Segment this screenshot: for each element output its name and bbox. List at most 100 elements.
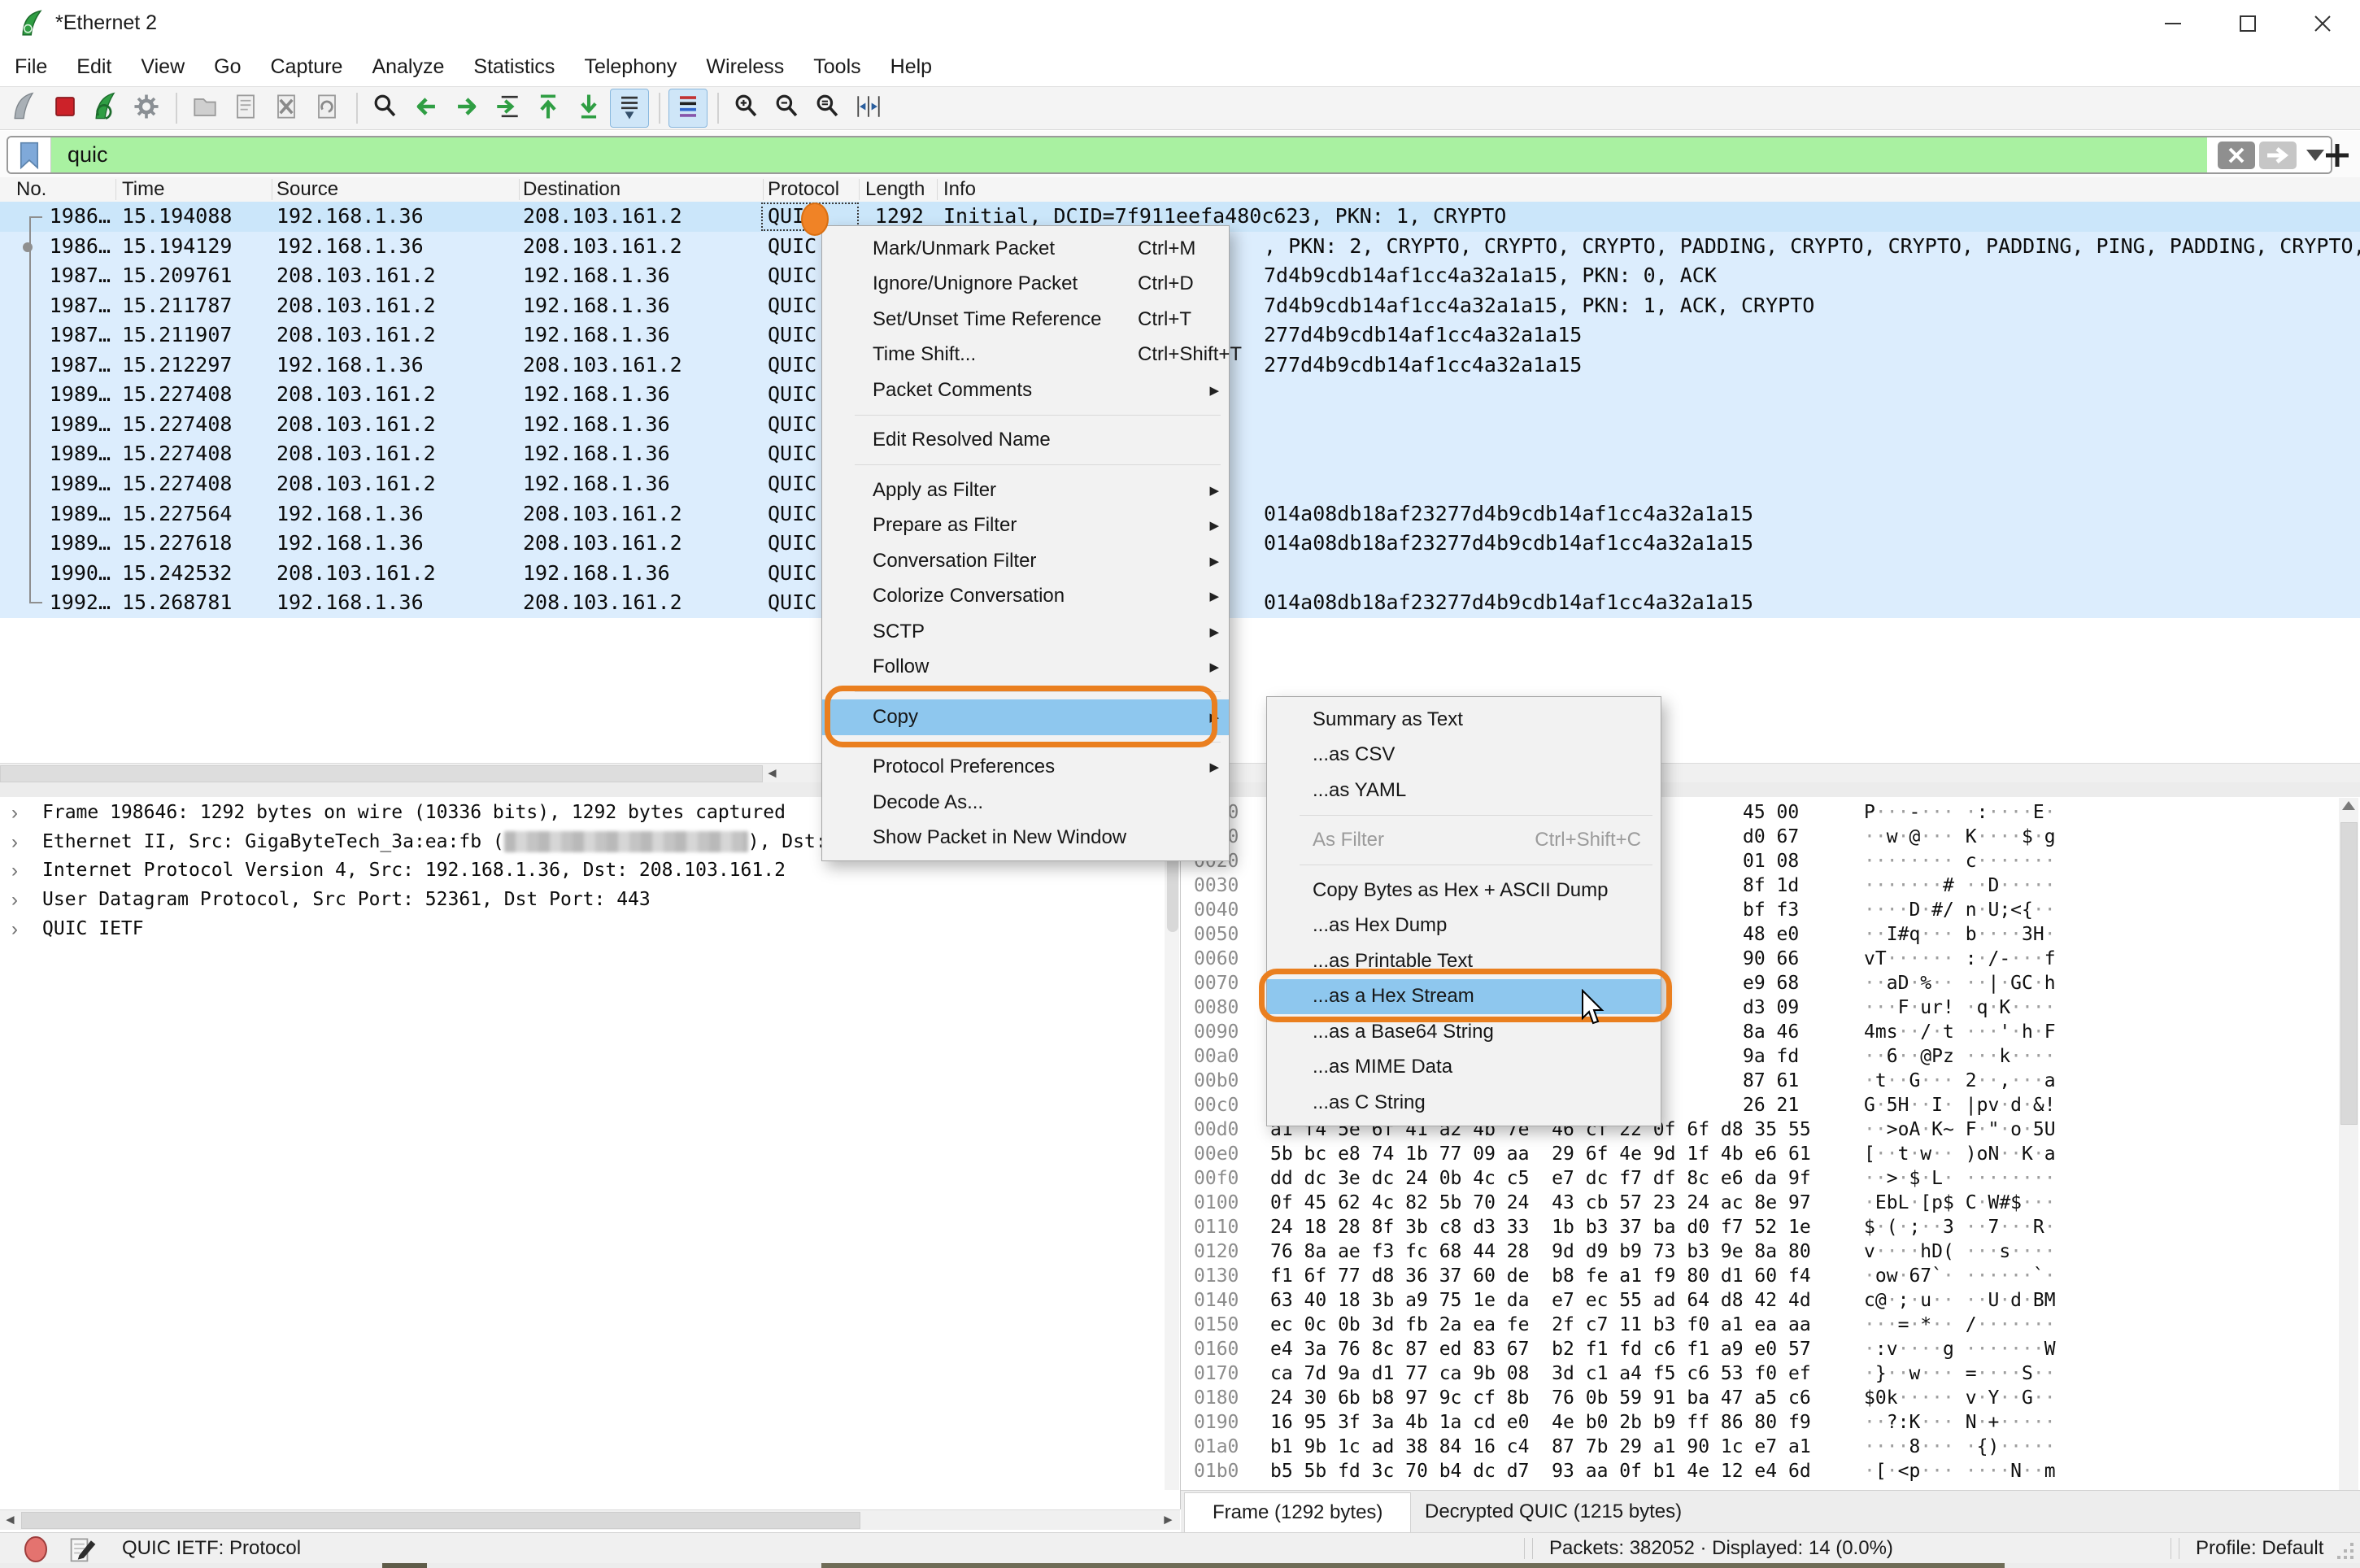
zoom-in-button[interactable] (727, 89, 766, 128)
hex-row[interactable]: 0150ec 0c 0b 3d fb 2a ea fe 2f c7 11 b3 … (1181, 1313, 2360, 1337)
reload-file-button[interactable] (307, 89, 346, 128)
colorize-button[interactable] (668, 89, 708, 128)
column-separator[interactable] (763, 179, 764, 200)
copy-submenu-as-c-string[interactable]: ...as C String (1267, 1085, 1661, 1121)
filter-clear-button[interactable] (2218, 142, 2255, 169)
menubar-item-file[interactable]: File (15, 50, 68, 84)
detail-line[interactable]: ›User Datagram Protocol, Src Port: 52361… (0, 887, 1181, 915)
packet-details-pane[interactable]: ›Frame 198646: 1292 bytes on wire (10336… (0, 797, 1181, 1509)
context-menu-prepare-as-filter[interactable]: Prepare as Filter▶ (822, 508, 1229, 544)
bytes-vscrollbar[interactable] (2339, 798, 2358, 1490)
hex-row[interactable]: 011024 18 28 8f 3b c8 d3 33 1b b3 37 ba … (1181, 1215, 2360, 1239)
column-header-source[interactable]: Source (276, 178, 338, 201)
hscroll-right-arrow[interactable]: ► (1161, 1510, 1175, 1530)
copy-submenu-as-hex-dump[interactable]: ...as Hex Dump (1267, 908, 1661, 944)
hex-row[interactable]: 012076 8a ae f3 fc 68 44 28 9d d9 b9 73 … (1181, 1239, 2360, 1264)
details-vscrollbar[interactable] (1165, 799, 1179, 1490)
collapsed-chevron-icon[interactable]: › (11, 889, 18, 912)
close-button[interactable] (2285, 0, 2360, 47)
context-menu-colorize-conversation[interactable]: Colorize Conversation▶ (822, 579, 1229, 615)
menubar-item-statistics[interactable]: Statistics (473, 50, 576, 84)
column-separator[interactable] (937, 179, 938, 200)
copy-submenu-copy-bytes-as-hex-ascii-dump[interactable]: Copy Bytes as Hex + ASCII Dump (1267, 873, 1661, 908)
display-filter-input[interactable]: quic (51, 137, 2207, 172)
go-to-packet-button[interactable] (488, 89, 527, 128)
zoom-out-button[interactable] (768, 89, 807, 128)
filter-apply-button[interactable] (2259, 142, 2297, 169)
go-forward-button[interactable] (447, 89, 486, 128)
hex-row[interactable]: 0170ca 7d 9a d1 77 ca 9b 08 3d c1 a4 f5 … (1181, 1361, 2360, 1386)
column-separator[interactable] (519, 179, 520, 200)
hex-row[interactable]: 01a0b1 9b 1c ad 38 84 16 c4 87 7b 29 a1 … (1181, 1435, 2360, 1459)
hex-row[interactable]: 00f0dd dc 3e dc 24 0b 4c c5 e7 dc f7 df … (1181, 1166, 2360, 1191)
context-menu-conversation-filter[interactable]: Conversation Filter▶ (822, 543, 1229, 579)
go-last-button[interactable] (569, 89, 608, 128)
column-header-destination[interactable]: Destination (523, 178, 620, 201)
collapsed-chevron-icon[interactable]: › (11, 860, 18, 882)
copy-submenu-as-yaml[interactable]: ...as YAML (1267, 773, 1661, 808)
filter-add-button[interactable] (2323, 141, 2352, 170)
collapsed-chevron-icon[interactable]: › (11, 831, 18, 854)
context-menu-edit-resolved-name[interactable]: Edit Resolved Name (822, 423, 1229, 459)
column-separator[interactable] (859, 179, 860, 200)
tab-decrypted-quic[interactable]: Decrypted QUIC (1215 bytes) (1397, 1492, 1709, 1531)
maximize-button[interactable] (2210, 0, 2285, 47)
hscroll-left-arrow[interactable]: ◄ (3, 1510, 17, 1530)
context-menu-packet-comments[interactable]: Packet Comments▶ (822, 372, 1229, 408)
detail-line[interactable]: ›Internet Protocol Version 4, Src: 192.1… (0, 858, 1181, 886)
vscroll-up-arrow[interactable] (2342, 801, 2355, 810)
menubar-item-tools[interactable]: Tools (813, 50, 882, 84)
menubar-item-analyze[interactable]: Analyze (372, 50, 465, 84)
filter-dropdown-chevron[interactable] (2306, 150, 2324, 161)
context-menu-sctp[interactable]: SCTP▶ (822, 614, 1229, 650)
zoom-100-button[interactable] (808, 89, 847, 128)
column-separator[interactable] (115, 179, 116, 200)
tab-frame[interactable]: Frame (1292 bytes) (1184, 1492, 1411, 1532)
go-first-button[interactable] (529, 89, 568, 128)
column-header-info[interactable]: Info (943, 178, 976, 201)
hscroll-thumb[interactable] (21, 1512, 860, 1529)
hscroll-left-arrow[interactable]: ◄ (765, 764, 779, 783)
minimize-button[interactable] (2136, 0, 2210, 47)
column-header-length[interactable]: Length (865, 178, 925, 201)
column-header-protocol[interactable]: Protocol (768, 178, 839, 201)
context-menu-follow[interactable]: Follow▶ (822, 650, 1229, 686)
capture-comment-icon[interactable] (67, 1535, 99, 1564)
menubar-item-capture[interactable]: Capture (271, 50, 364, 84)
resize-grip[interactable] (2337, 1543, 2355, 1561)
context-menu-ignore-unignore-packet[interactable]: Ignore/Unignore PacketCtrl+D (822, 267, 1229, 303)
close-file-button[interactable] (267, 89, 306, 128)
column-header-time[interactable]: Time (122, 178, 164, 201)
find-packet-button[interactable] (366, 89, 405, 128)
copy-submenu-as-csv[interactable]: ...as CSV (1267, 738, 1661, 773)
details-hscrollbar[interactable]: ◄ ► (0, 1509, 1180, 1530)
hex-row[interactable]: 01b0b5 5b fd 3c 70 b4 dc d7 93 aa 0f b1 … (1181, 1459, 2360, 1483)
menubar-item-telephony[interactable]: Telephony (584, 50, 698, 84)
hex-row[interactable]: 014063 40 18 3b a9 75 1e da e7 ec 55 ad … (1181, 1288, 2360, 1313)
hscroll-thumb[interactable] (0, 765, 763, 782)
start-capture-button[interactable] (5, 89, 44, 128)
filter-bookmark-button[interactable] (8, 137, 51, 172)
menubar-item-go[interactable]: Go (214, 50, 262, 84)
hex-row[interactable]: 01000f 45 62 4c 82 5b 70 24 43 cb 57 23 … (1181, 1191, 2360, 1215)
menubar-item-view[interactable]: View (141, 50, 206, 84)
context-menu-mark-unmark-packet[interactable]: Mark/Unmark PacketCtrl+M (822, 231, 1229, 267)
context-menu-show-packet-in-new-window[interactable]: Show Packet in New Window (822, 821, 1229, 856)
open-file-button[interactable] (185, 89, 224, 128)
hex-row[interactable]: 018024 30 6b b8 97 9c cf 8b 76 0b 59 91 … (1181, 1386, 2360, 1410)
go-back-button[interactable] (407, 89, 446, 128)
packet-list-header[interactable]: No.TimeSourceDestinationProtocolLengthIn… (0, 177, 2360, 203)
collapsed-chevron-icon[interactable]: › (11, 918, 18, 941)
resize-columns-button[interactable] (849, 89, 888, 128)
context-menu-time-shift[interactable]: Time Shift...Ctrl+Shift+T (822, 338, 1229, 373)
capture-options-button[interactable] (127, 89, 166, 128)
collapsed-chevron-icon[interactable]: › (11, 802, 18, 825)
context-menu-decode-as[interactable]: Decode As... (822, 785, 1229, 821)
display-filter-field[interactable]: quic (7, 136, 2332, 174)
hex-row[interactable]: 00e05b bc e8 74 1b 77 09 aa 29 6f 4e 9d … (1181, 1142, 2360, 1166)
auto-scroll-button[interactable] (610, 89, 649, 128)
hex-row[interactable]: 0160e4 3a 76 8c 87 ed 83 67 b2 f1 fd c6 … (1181, 1337, 2360, 1361)
restart-capture-button[interactable] (86, 89, 125, 128)
hex-row[interactable]: 019016 95 3f 3a 4b 1a cd e0 4e b0 2b b9 … (1181, 1410, 2360, 1435)
detail-line[interactable]: ›QUIC IETF (0, 917, 1181, 944)
